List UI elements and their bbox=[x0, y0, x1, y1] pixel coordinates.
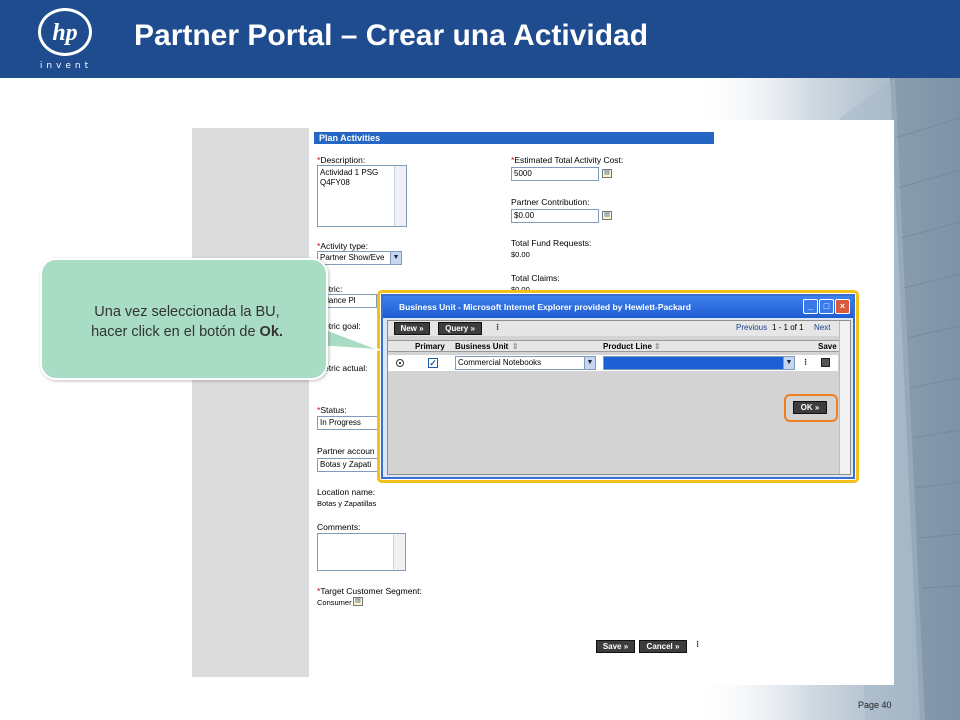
hp-logo: hp invent bbox=[30, 6, 102, 72]
description-textarea[interactable]: Actividad 1 PSG Q4FY08 bbox=[317, 165, 407, 227]
minimize-icon[interactable]: _ bbox=[803, 299, 818, 314]
partner-account-label: Partner accoun bbox=[317, 446, 375, 456]
business-unit-select[interactable]: Commercial Notebooks ▼ bbox=[455, 356, 596, 370]
chevron-down-icon[interactable]: ▼ bbox=[584, 357, 595, 369]
callout-text: Una vez seleccionada la BU, hacer click … bbox=[91, 304, 283, 340]
help-icon[interactable]: ⁝ bbox=[693, 639, 702, 650]
help-icon[interactable]: ⁝ bbox=[801, 357, 810, 368]
description-label: *Description: bbox=[317, 155, 366, 165]
picker-icon[interactable]: ▤ bbox=[353, 597, 363, 606]
sort-icon[interactable]: ⇕ bbox=[512, 342, 519, 351]
hp-logo-icon: hp bbox=[38, 8, 92, 56]
popup-titlebar: Business Unit - Microsoft Internet Explo… bbox=[383, 296, 853, 318]
instruction-callout: Una vez seleccionada la BU, hacer click … bbox=[40, 258, 328, 380]
comments-textarea[interactable] bbox=[317, 533, 406, 571]
metric-actual-label: etric actual: bbox=[324, 363, 368, 373]
slide-header: hp invent Partner Portal – Crear una Act… bbox=[0, 0, 960, 78]
total-fund-requests-label: Total Fund Requests: bbox=[511, 238, 592, 248]
logo-tagline: invent bbox=[39, 61, 93, 71]
comments-label: Comments: bbox=[317, 522, 361, 532]
row-selector-radio[interactable] bbox=[396, 359, 404, 367]
estimated-cost-input[interactable]: 5000 bbox=[511, 167, 599, 181]
next-link[interactable]: Next bbox=[814, 323, 830, 332]
textarea-scrollbar[interactable] bbox=[394, 166, 406, 226]
slide-title: Partner Portal – Crear una Actividad bbox=[134, 19, 649, 52]
table-row[interactable]: ✓ Commercial Notebooks ▼ ▼ ⁝ bbox=[388, 355, 838, 371]
column-header-primary[interactable]: Primary bbox=[415, 342, 445, 351]
activity-type-label: *Activity type: bbox=[317, 241, 369, 251]
help-icon[interactable]: ⁝ bbox=[493, 322, 502, 333]
location-name-value: Botas y Zapatillas bbox=[317, 499, 377, 508]
partner-contribution-label: Partner Contribution: bbox=[511, 197, 590, 207]
ok-button[interactable]: OK » bbox=[793, 401, 827, 414]
new-button[interactable]: New » bbox=[394, 322, 430, 335]
popup-content: New » Query » ⁝ Previous 1 - 1 of 1 Next… bbox=[387, 320, 851, 475]
calculator-icon[interactable]: ▤ bbox=[602, 169, 612, 178]
partner-contribution-input[interactable]: $0.00 bbox=[511, 209, 599, 223]
table-header-row: Primary Business Unit ⇕ Product Line ⇕ S… bbox=[388, 340, 850, 352]
pager-text: 1 - 1 of 1 bbox=[772, 323, 804, 332]
primary-checkbox[interactable]: ✓ bbox=[428, 358, 438, 368]
column-header-save: Save bbox=[818, 342, 837, 351]
section-title: Plan Activities bbox=[314, 132, 714, 144]
textarea-scrollbar[interactable] bbox=[393, 534, 405, 570]
status-select[interactable]: In Progress bbox=[317, 416, 379, 430]
business-unit-popup: Business Unit - Microsoft Internet Explo… bbox=[381, 294, 855, 479]
callout-pointer bbox=[322, 327, 381, 351]
maximize-icon[interactable]: □ bbox=[819, 299, 834, 314]
sort-icon[interactable]: ⇕ bbox=[654, 342, 661, 351]
cancel-button[interactable]: Cancel » bbox=[639, 640, 687, 653]
product-line-select[interactable]: ▼ bbox=[603, 356, 795, 370]
popup-toolbar: New » Query » ⁝ Previous 1 - 1 of 1 Next bbox=[388, 321, 850, 336]
save-button[interactable]: Save » bbox=[596, 640, 635, 653]
partner-account-input[interactable]: Botas y Zapati bbox=[317, 458, 379, 472]
calculator-icon[interactable]: ▤ bbox=[602, 211, 612, 220]
close-icon[interactable]: × bbox=[835, 299, 850, 314]
target-segment-label: *Target Customer Segment: bbox=[317, 586, 422, 596]
location-name-label: Location name: bbox=[317, 487, 376, 497]
chevron-down-icon[interactable]: ▼ bbox=[390, 252, 401, 264]
query-button[interactable]: Query » bbox=[438, 322, 482, 335]
save-icon[interactable] bbox=[821, 358, 830, 367]
left-navigation-strip bbox=[192, 128, 309, 677]
column-header-product-line[interactable]: Product Line bbox=[603, 342, 652, 351]
column-header-business-unit[interactable]: Business Unit bbox=[455, 342, 508, 351]
activity-type-select[interactable]: Partner Show/Eve ▼ bbox=[317, 251, 402, 265]
target-segment-value: Consumer bbox=[317, 598, 352, 607]
status-label: *Status: bbox=[317, 405, 347, 415]
chevron-down-icon[interactable]: ▼ bbox=[783, 357, 794, 369]
previous-link[interactable]: Previous bbox=[736, 323, 767, 332]
total-fund-requests-value: $0.00 bbox=[511, 250, 530, 259]
page-number: Page 40 bbox=[858, 700, 892, 710]
svg-text:hp: hp bbox=[52, 20, 77, 46]
total-claims-label: Total Claims: bbox=[511, 273, 560, 283]
estimated-cost-label: *Estimated Total Activity Cost: bbox=[511, 155, 624, 165]
popup-scrollbar[interactable] bbox=[839, 321, 850, 474]
